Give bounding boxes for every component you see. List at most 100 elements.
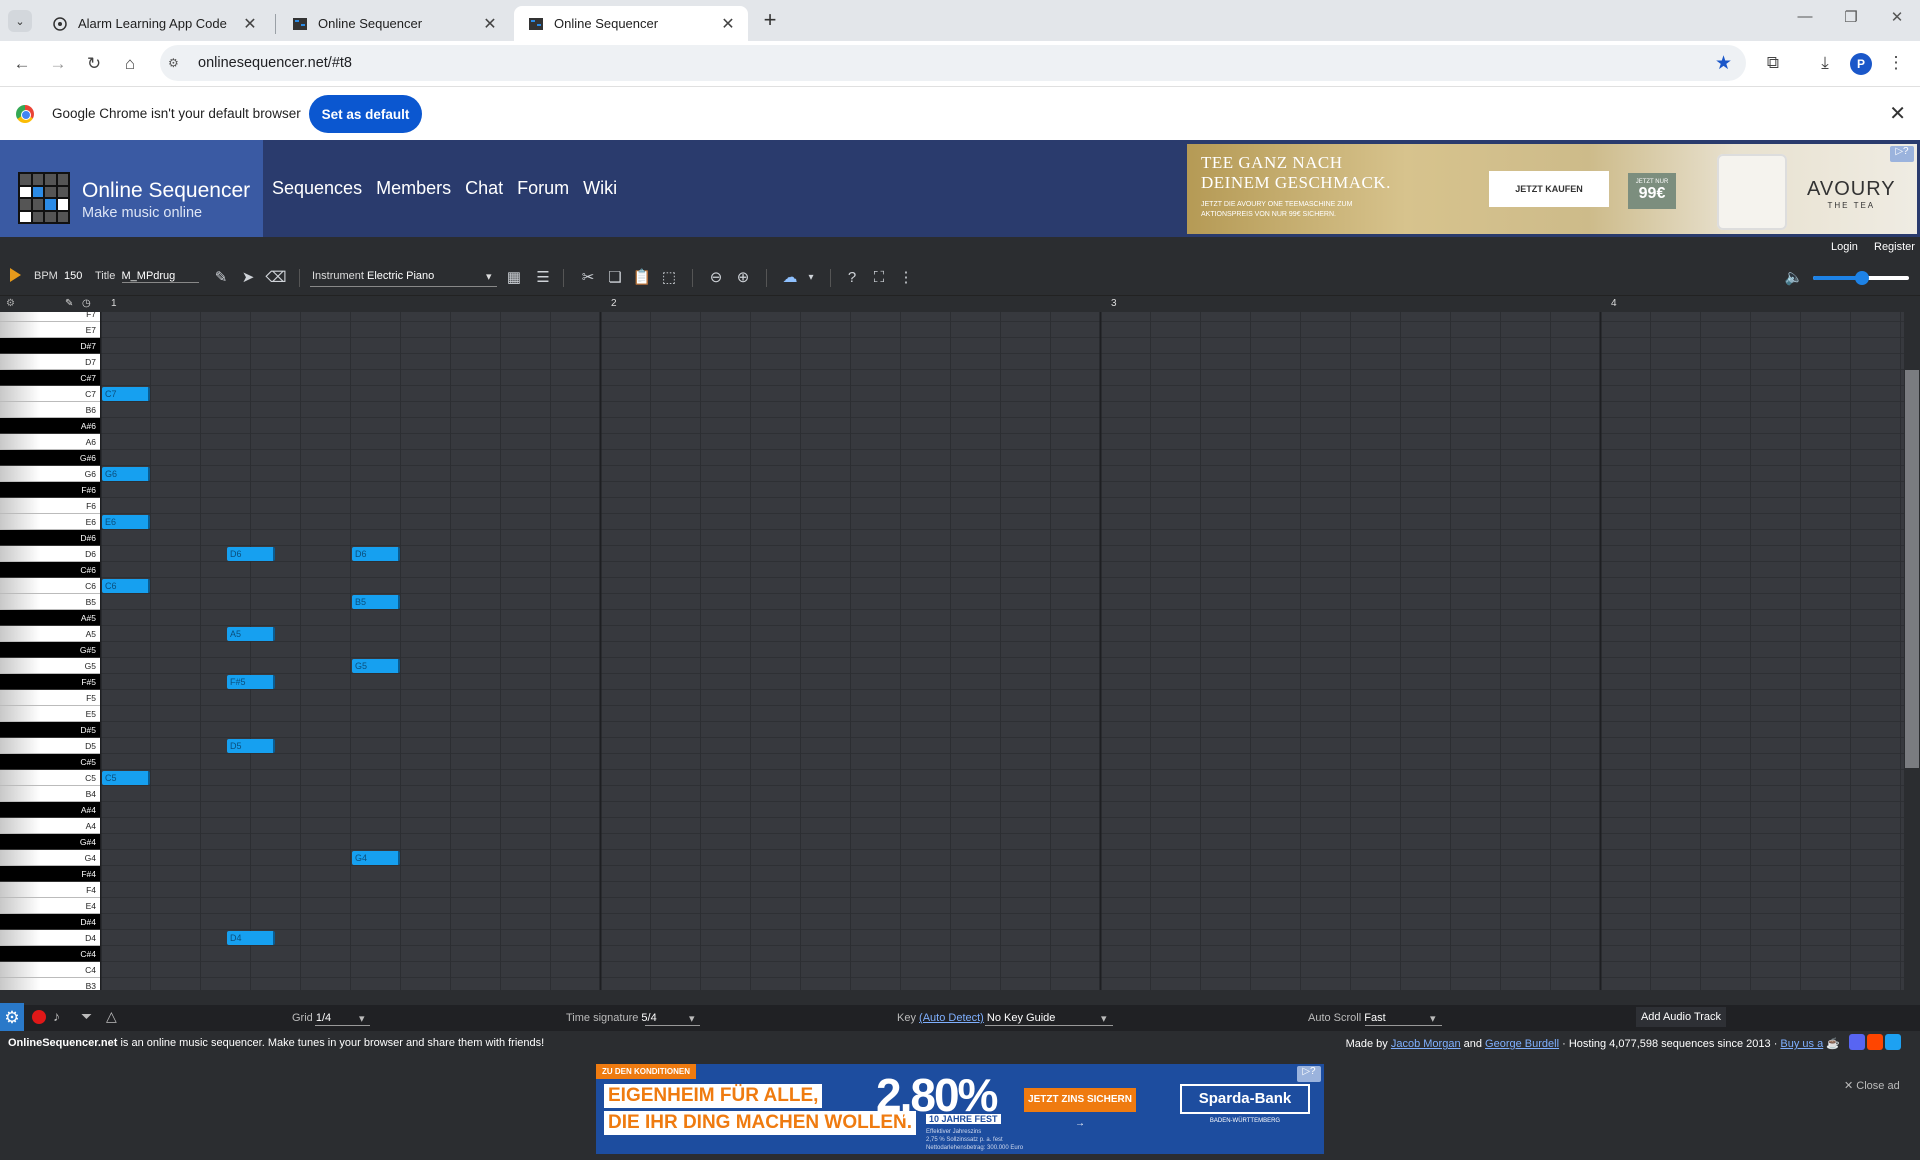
- bpm-field[interactable]: BPM 150: [34, 270, 82, 282]
- piano-key-Fsharp5[interactable]: F#5: [0, 674, 100, 690]
- bottom-advertisement[interactable]: ZU DEN KONDITIONEN EIGENHEIM FÜR ALLE, D…: [596, 1064, 1324, 1154]
- auto-scroll-dropdown-icon[interactable]: ▾: [1430, 1012, 1436, 1025]
- home-icon[interactable]: ⌂: [117, 51, 143, 77]
- ad-info-icon[interactable]: ▷?: [1890, 146, 1914, 162]
- time-signature-select[interactable]: Time signature 5/4: [566, 1012, 657, 1024]
- title-field[interactable]: Title M_MPdrug: [95, 270, 200, 283]
- piano-key-E4[interactable]: E4: [0, 898, 100, 914]
- note-G5[interactable]: G5: [352, 659, 400, 673]
- piano-key-C5[interactable]: C5: [0, 770, 100, 786]
- filter-icon[interactable]: ⏷: [81, 1008, 92, 1025]
- piano-key-Gsharp5[interactable]: G#5: [0, 642, 100, 658]
- cloud-dropdown-icon[interactable]: ▾: [801, 267, 821, 287]
- tab-search-chevron-icon[interactable]: ⌄: [8, 10, 32, 32]
- piano-key-Fsharp6[interactable]: F#6: [0, 482, 100, 498]
- twitter-icon[interactable]: [1885, 1034, 1901, 1050]
- piano-key-Gsharp6[interactable]: G#6: [0, 450, 100, 466]
- piano-key-E7[interactable]: E7: [0, 322, 100, 338]
- volume-speaker-icon[interactable]: 🔈: [1784, 267, 1804, 287]
- address-bar[interactable]: ⚙ onlinesequencer.net/#t8 ★: [160, 45, 1746, 81]
- piano-roll[interactable]: F7 E7 D#7 D7 C#7 C7 B6 A#6 A6 G#6 G6 F#6 F6 E6 D#6 D6 C#…: [0, 312, 1904, 990]
- reddit-icon[interactable]: [1867, 1034, 1883, 1050]
- zoom-out-icon[interactable]: ⊖: [706, 267, 726, 287]
- piano-key-Csharp5[interactable]: C#5: [0, 754, 100, 770]
- discord-icon[interactable]: [1849, 1034, 1865, 1050]
- zoom-in-icon[interactable]: ⊕: [733, 267, 753, 287]
- key-dropdown-icon[interactable]: ▾: [1101, 1012, 1107, 1025]
- piano-key-F5[interactable]: F5: [0, 690, 100, 706]
- note-C6[interactable]: C6: [102, 579, 150, 593]
- piano-key-Dsharp4[interactable]: D#4: [0, 914, 100, 930]
- browser-tab-1[interactable]: Alarm Learning App Code ✕: [38, 6, 270, 41]
- header-advertisement[interactable]: TEE GANZ NACH DEINEM GESCHMACK. JETZT DIE…: [1187, 144, 1917, 234]
- piano-key-C6[interactable]: C6: [0, 578, 100, 594]
- note-Fsharp5[interactable]: F#5: [227, 675, 275, 689]
- more-options-icon[interactable]: ⋮: [896, 267, 916, 287]
- piano-key-Csharp4[interactable]: C#4: [0, 946, 100, 962]
- time-signature-dropdown-icon[interactable]: ▾: [689, 1012, 695, 1025]
- instrument-select[interactable]: Instrument Electric Piano ▾: [310, 268, 497, 287]
- close-tab-icon[interactable]: ✕: [480, 14, 500, 34]
- browser-tab-3-active[interactable]: Online Sequencer ✕: [514, 6, 748, 41]
- ad-buy-button[interactable]: JETZT KAUFEN: [1489, 171, 1609, 207]
- paste-icon[interactable]: 📋: [632, 267, 652, 287]
- piano-key-B5[interactable]: B5: [0, 594, 100, 610]
- piano-key-E5[interactable]: E5: [0, 706, 100, 722]
- piano-key-E6[interactable]: E6: [0, 514, 100, 530]
- author-link-2[interactable]: George Burdell: [1485, 1038, 1559, 1050]
- note-G4[interactable]: G4: [352, 851, 400, 865]
- note-B5[interactable]: B5: [352, 595, 400, 609]
- piano-keyboard[interactable]: F7 E7 D#7 D7 C#7 C7 B6 A#6 A6 G#6 G6 F#6 F6 E6 D#6 D6 C#…: [0, 312, 100, 990]
- piano-key-C7[interactable]: C7: [0, 386, 100, 402]
- nav-chat[interactable]: Chat: [465, 178, 503, 199]
- auto-scroll-select[interactable]: Auto Scroll Fast: [1308, 1012, 1386, 1024]
- note-A5[interactable]: A5: [227, 627, 275, 641]
- nav-members[interactable]: Members: [376, 178, 451, 199]
- download-icon[interactable]: ⤓: [1813, 51, 1837, 75]
- more-menu-icon[interactable]: ⋮: [1884, 51, 1908, 75]
- clock-small-icon[interactable]: ◷: [82, 298, 91, 309]
- piano-key-Gsharp4[interactable]: G#4: [0, 834, 100, 850]
- note-G6[interactable]: G6: [102, 467, 150, 481]
- note-C7[interactable]: C7: [102, 387, 150, 401]
- note-D5[interactable]: D5: [227, 739, 275, 753]
- piano-key-G5[interactable]: G5: [0, 658, 100, 674]
- piano-key-Fsharp4[interactable]: F#4: [0, 866, 100, 882]
- note-C5[interactable]: C5: [102, 771, 150, 785]
- restore-icon[interactable]: ❐: [1828, 8, 1874, 26]
- eraser-icon[interactable]: ⌫: [265, 267, 286, 287]
- set-as-default-button[interactable]: Set as default: [309, 95, 422, 133]
- piano-key-D6[interactable]: D6: [0, 546, 100, 562]
- piano-key-D4[interactable]: D4: [0, 930, 100, 946]
- site-info-icon[interactable]: ⚙: [168, 56, 188, 70]
- grid-select[interactable]: Grid 1/4: [292, 1012, 331, 1024]
- login-link[interactable]: Login: [1831, 241, 1858, 253]
- record-icon[interactable]: [32, 1010, 46, 1024]
- select-pointer-icon[interactable]: ➤: [238, 267, 258, 287]
- piano-key-Csharp7[interactable]: C#7: [0, 370, 100, 386]
- scrollbar-thumb[interactable]: [1905, 370, 1919, 768]
- site-brand[interactable]: Online Sequencer Make music online: [0, 140, 263, 237]
- cloud-upload-icon[interactable]: ☁: [780, 267, 800, 287]
- nav-forum[interactable]: Forum: [517, 178, 569, 199]
- volume-slider-knob[interactable]: [1855, 271, 1869, 285]
- reload-icon[interactable]: ↻: [81, 51, 107, 77]
- note-mode-icon[interactable]: ♪: [53, 1008, 60, 1024]
- piano-key-A4[interactable]: A4: [0, 818, 100, 834]
- close-tab-icon[interactable]: ✕: [718, 14, 738, 34]
- help-icon[interactable]: ?: [842, 267, 862, 287]
- select-all-icon[interactable]: ⬚: [659, 267, 679, 287]
- copy-icon[interactable]: ❏: [605, 267, 625, 287]
- bookmark-star-icon[interactable]: ★: [1715, 52, 1732, 75]
- close-infobar-icon[interactable]: ✕: [1889, 101, 1906, 126]
- close-tab-icon[interactable]: ✕: [240, 14, 260, 34]
- register-link[interactable]: Register: [1874, 241, 1915, 253]
- nav-wiki[interactable]: Wiki: [583, 178, 617, 199]
- piano-key-Asharp6[interactable]: A#6: [0, 418, 100, 434]
- ad-cta-button[interactable]: JETZT ZINS SICHERN →: [1024, 1088, 1136, 1129]
- piano-key-F7[interactable]: F7: [0, 312, 100, 322]
- fullscreen-icon[interactable]: ⛶: [869, 267, 889, 287]
- auto-detect-link[interactable]: (Auto Detect): [919, 1012, 984, 1024]
- piano-key-F6[interactable]: F6: [0, 498, 100, 514]
- piano-key-Dsharp7[interactable]: D#7: [0, 338, 100, 354]
